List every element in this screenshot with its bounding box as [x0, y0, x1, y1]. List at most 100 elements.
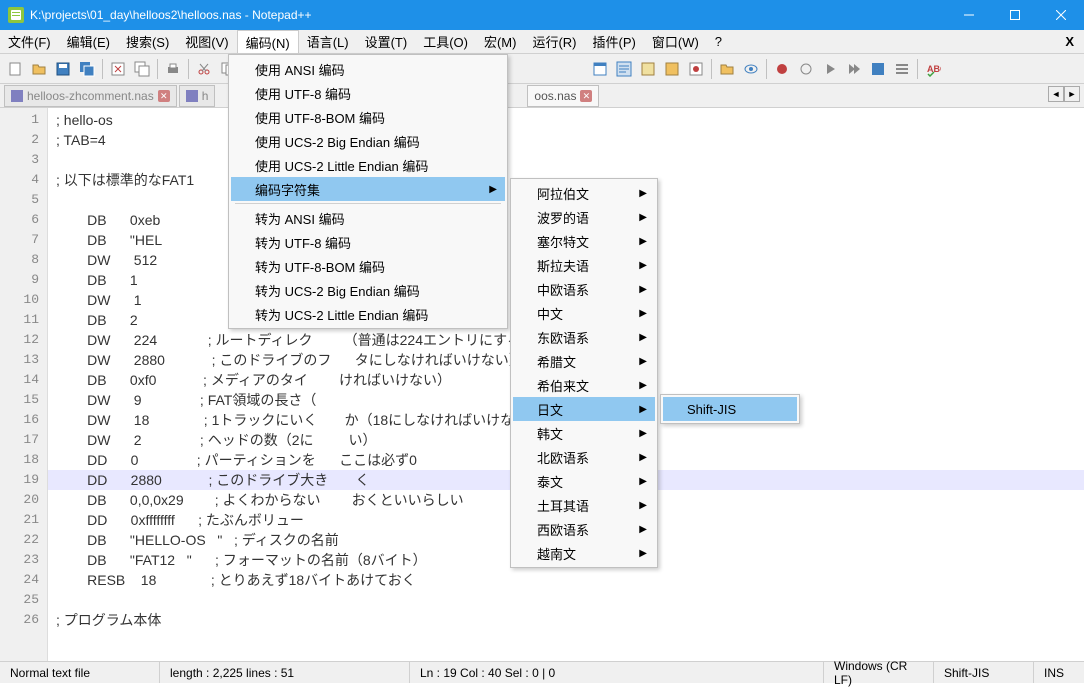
charset-menuitem-7[interactable]: 希腊文▶ [513, 349, 655, 373]
status-eol[interactable]: Windows (CR LF) [824, 662, 934, 683]
charset-menuitem-15[interactable]: 越南文▶ [513, 541, 655, 565]
charset-menuitem-3[interactable]: 斯拉夫语▶ [513, 253, 655, 277]
encoding-menuitem-8[interactable]: 转为 UTF-8 编码 [231, 230, 505, 254]
tab-2[interactable]: oos.nas ✕ [527, 85, 599, 107]
menu-search[interactable]: 搜索(S) [118, 30, 177, 53]
code-line[interactable] [48, 150, 1084, 170]
menu-file[interactable]: 文件(F) [0, 30, 59, 53]
encoding-menuitem-3[interactable]: 使用 UCS-2 Big Endian 编码 [231, 129, 505, 153]
stop-record-icon[interactable] [795, 58, 817, 80]
line-number: 4 [0, 170, 47, 190]
code-line[interactable] [48, 590, 1084, 610]
line-number: 10 [0, 290, 47, 310]
encoding-menuitem-4[interactable]: 使用 UCS-2 Little Endian 编码 [231, 153, 505, 177]
encoding-menuitem-9[interactable]: 转为 UTF-8-BOM 编码 [231, 254, 505, 278]
play-icon[interactable] [819, 58, 841, 80]
menu-plugins[interactable]: 插件(P) [585, 30, 644, 53]
file-icon [186, 90, 198, 102]
print-icon[interactable] [162, 58, 184, 80]
tab-next-button[interactable]: ► [1064, 86, 1080, 102]
open-file-icon[interactable] [28, 58, 50, 80]
code-line[interactable]: RESB 18 ; とりあえず18バイトあけておく [48, 570, 1084, 590]
charset-menuitem-8[interactable]: 希伯来文▶ [513, 373, 655, 397]
tabbar: helloos-zhcomment.nas ✕ h oos.nas ✕ ◄ ► [0, 84, 1084, 108]
charset-menuitem-4[interactable]: 中欧语系▶ [513, 277, 655, 301]
maximize-button[interactable] [992, 0, 1038, 30]
code-line[interactable]: ; プログラム本体 [48, 610, 1084, 630]
menu-encoding[interactable]: 编码(N) [237, 30, 299, 53]
charset-menuitem-13[interactable]: 土耳其语▶ [513, 493, 655, 517]
code-line[interactable]: ; TAB=4 [48, 130, 1084, 150]
charset-menuitem-11[interactable]: 北欧语系▶ [513, 445, 655, 469]
line-number: 1 [0, 110, 47, 130]
status-encoding[interactable]: Shift-JIS [934, 662, 1034, 683]
encoding-menuitem-1[interactable]: 使用 UTF-8 编码 [231, 81, 505, 105]
encoding-menuitem-0[interactable]: 使用 ANSI 编码 [231, 57, 505, 81]
close-file-icon[interactable] [107, 58, 129, 80]
encoding-menuitem-2[interactable]: 使用 UTF-8-BOM 编码 [231, 105, 505, 129]
encoding-menuitem-7[interactable]: 转为 ANSI 编码 [231, 206, 505, 230]
new-file-icon[interactable] [4, 58, 26, 80]
charset-menu: 阿拉伯文▶波罗的语▶塞尔特文▶斯拉夫语▶中欧语系▶中文▶东欧语系▶希腊文▶希伯来… [510, 178, 658, 568]
show-icon[interactable] [589, 58, 611, 80]
settings-icon[interactable] [891, 58, 913, 80]
line-number: 13 [0, 350, 47, 370]
tab-prev-button[interactable]: ◄ [1048, 86, 1064, 102]
submenu-arrow-icon: ▶ [639, 212, 647, 223]
close-button[interactable] [1038, 0, 1084, 30]
gutter: 1234567891011121314151617181920212223242… [0, 108, 48, 661]
charset-menuitem-1[interactable]: 波罗的语▶ [513, 205, 655, 229]
folder-icon[interactable] [716, 58, 738, 80]
menu-edit[interactable]: 编辑(E) [59, 30, 118, 53]
folder-view-icon[interactable] [661, 58, 683, 80]
menuitem-shift-jis[interactable]: Shift-JIS [663, 397, 797, 421]
tab-close-icon[interactable]: ✕ [158, 90, 170, 102]
spellcheck-icon[interactable]: ABC [922, 58, 944, 80]
encoding-menuitem-11[interactable]: 转为 UCS-2 Little Endian 编码 [231, 302, 505, 326]
charset-menuitem-10[interactable]: 韩文▶ [513, 421, 655, 445]
line-number: 5 [0, 190, 47, 210]
tab-close-icon[interactable]: ✕ [580, 90, 592, 102]
function-list-icon[interactable] [637, 58, 659, 80]
save-all-icon[interactable] [76, 58, 98, 80]
submenu-arrow-icon: ▶ [639, 308, 647, 319]
charset-menuitem-2[interactable]: 塞尔特文▶ [513, 229, 655, 253]
charset-menuitem-12[interactable]: 泰文▶ [513, 469, 655, 493]
tab-1[interactable]: h [179, 85, 216, 107]
menu-language[interactable]: 语言(L) [299, 30, 357, 53]
charset-menuitem-9[interactable]: 日文▶ [513, 397, 655, 421]
editor[interactable]: 1234567891011121314151617181920212223242… [0, 108, 1084, 661]
encoding-menuitem-10[interactable]: 转为 UCS-2 Big Endian 编码 [231, 278, 505, 302]
menu-run[interactable]: 运行(R) [524, 30, 584, 53]
submenu-arrow-icon: ▶ [639, 548, 647, 559]
save-macro-icon[interactable] [867, 58, 889, 80]
code-line[interactable]: ; hello-os [48, 110, 1084, 130]
menu-help[interactable]: ? [707, 30, 730, 53]
line-number: 2 [0, 130, 47, 150]
charset-menuitem-0[interactable]: 阿拉伯文▶ [513, 181, 655, 205]
tab-0[interactable]: helloos-zhcomment.nas ✕ [4, 85, 177, 107]
charset-menuitem-6[interactable]: 东欧语系▶ [513, 325, 655, 349]
charset-menuitem-5[interactable]: 中文▶ [513, 301, 655, 325]
line-number: 21 [0, 510, 47, 530]
minimize-button[interactable] [946, 0, 992, 30]
close-all-icon[interactable] [131, 58, 153, 80]
encoding-menuitem-5[interactable]: 编码字符集▶ [231, 177, 505, 201]
cut-icon[interactable] [193, 58, 215, 80]
menu-settings[interactable]: 设置(T) [357, 30, 416, 53]
wrap-icon[interactable] [613, 58, 635, 80]
save-icon[interactable] [52, 58, 74, 80]
menu-window[interactable]: 窗口(W) [644, 30, 707, 53]
menu-view[interactable]: 视图(V) [177, 30, 236, 53]
record-icon[interactable] [771, 58, 793, 80]
status-mode[interactable]: INS [1034, 662, 1084, 683]
charset-menuitem-14[interactable]: 西欧语系▶ [513, 517, 655, 541]
menu-macro[interactable]: 宏(M) [476, 30, 525, 53]
doc-map-icon[interactable] [685, 58, 707, 80]
document-close-button[interactable]: X [1055, 30, 1084, 53]
monitor-icon[interactable] [740, 58, 762, 80]
line-number: 23 [0, 550, 47, 570]
menu-tools[interactable]: 工具(O) [415, 30, 476, 53]
line-number: 3 [0, 150, 47, 170]
play-multi-icon[interactable] [843, 58, 865, 80]
